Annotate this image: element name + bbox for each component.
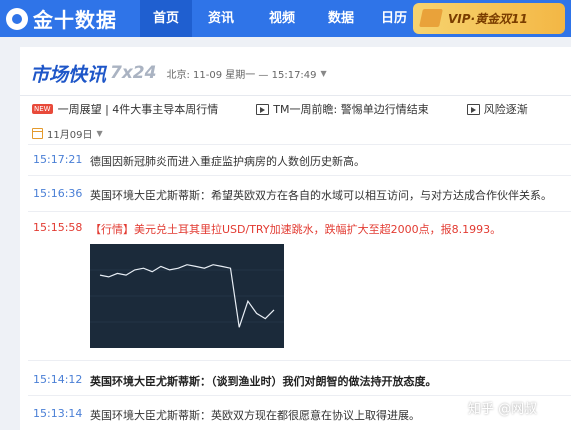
- calendar-icon: [32, 128, 43, 139]
- news-time: 15:14:12: [33, 373, 83, 386]
- news-time: 15:17:21: [33, 153, 83, 166]
- page-title: 市场快讯: [30, 63, 107, 86]
- ticker-item[interactable]: 风险逐渐: [484, 101, 528, 117]
- vip-banner-text: VIP·黄金双11: [448, 12, 528, 26]
- headline-ticker: NEW 一周展望 | 4件大事主导本周行情 TM一周前瞻: 警惕单边行情结束 风…: [32, 100, 571, 118]
- price-chart-image[interactable]: [90, 244, 284, 348]
- nav-data[interactable]: 数据: [314, 0, 368, 37]
- news-time: 15:15:58: [33, 221, 83, 234]
- divider: [20, 95, 571, 96]
- main-nav: 首页 资讯 视频 数据 日历: [140, 0, 420, 37]
- divider: [28, 175, 571, 176]
- chevron-down-icon[interactable]: ▼: [321, 69, 327, 78]
- ticker-item[interactable]: TM一周前瞻: 警惕单边行情结束: [273, 101, 428, 117]
- nav-home[interactable]: 首页: [140, 0, 192, 37]
- video-icon: [256, 103, 270, 115]
- news-text: 英国环境大臣尤斯蒂斯：希望英欧双方在各自的水域可以相互访问，与对方达成合作伙伴关…: [90, 189, 552, 202]
- location-time: 北京: 11-09 星期一 — 15:17:49: [166, 69, 317, 81]
- price-chart: [90, 264, 284, 328]
- vip-banner[interactable]: VIP·黄金双11: [413, 3, 565, 34]
- news-text: 英国环境大臣尤斯蒂斯：英欧双方现在都很愿意在协议上取得进展。: [90, 409, 420, 422]
- top-navbar: 金十数据 首页 资讯 视频 数据 日历 VIP·黄金双11: [0, 0, 571, 37]
- page-title-suffix: 7x24: [110, 63, 157, 83]
- date-selector[interactable]: 11月09日 ▼: [32, 126, 103, 141]
- news-text: 【行情】美元兑土耳其里拉USD/TRY加速跳水，跌幅扩大至超2000点，报8.1…: [90, 223, 502, 236]
- logo[interactable]: 金十数据: [6, 5, 117, 32]
- divider: [28, 144, 571, 145]
- nav-news[interactable]: 资讯: [192, 0, 250, 37]
- news-text: 英国环境大臣尤斯蒂斯：（谈到渔业时）我们对朗智的做法持开放态度。: [90, 375, 437, 388]
- news-time: 15:13:14: [33, 407, 83, 420]
- divider: [28, 395, 571, 396]
- video-icon: [466, 103, 480, 115]
- chevron-down-icon: ▼: [96, 129, 103, 138]
- divider: [28, 360, 571, 361]
- logo-icon: [6, 7, 28, 30]
- watermark: 知乎 @网叔: [468, 402, 538, 417]
- news-time: 15:16:36: [33, 187, 83, 200]
- ticker-item[interactable]: 一周展望 | 4件大事主导本周行情: [58, 101, 219, 117]
- news-text: 德国因新冠肺炎而进入重症监护病房的人数创历史新高。: [90, 155, 365, 168]
- vip-badge-icon: [419, 9, 443, 27]
- date-label: 11月09日: [47, 130, 93, 141]
- nav-video[interactable]: 视频: [250, 0, 314, 37]
- panel-title-row: 市场快讯 7x24 北京: 11-09 星期一 — 15:17:49 ▼: [30, 60, 327, 86]
- logo-text: 金十数据: [33, 8, 117, 32]
- new-badge: NEW: [32, 104, 53, 114]
- flash-news-panel: 市场快讯 7x24 北京: 11-09 星期一 — 15:17:49 ▼ NEW…: [20, 47, 571, 430]
- divider: [28, 211, 571, 212]
